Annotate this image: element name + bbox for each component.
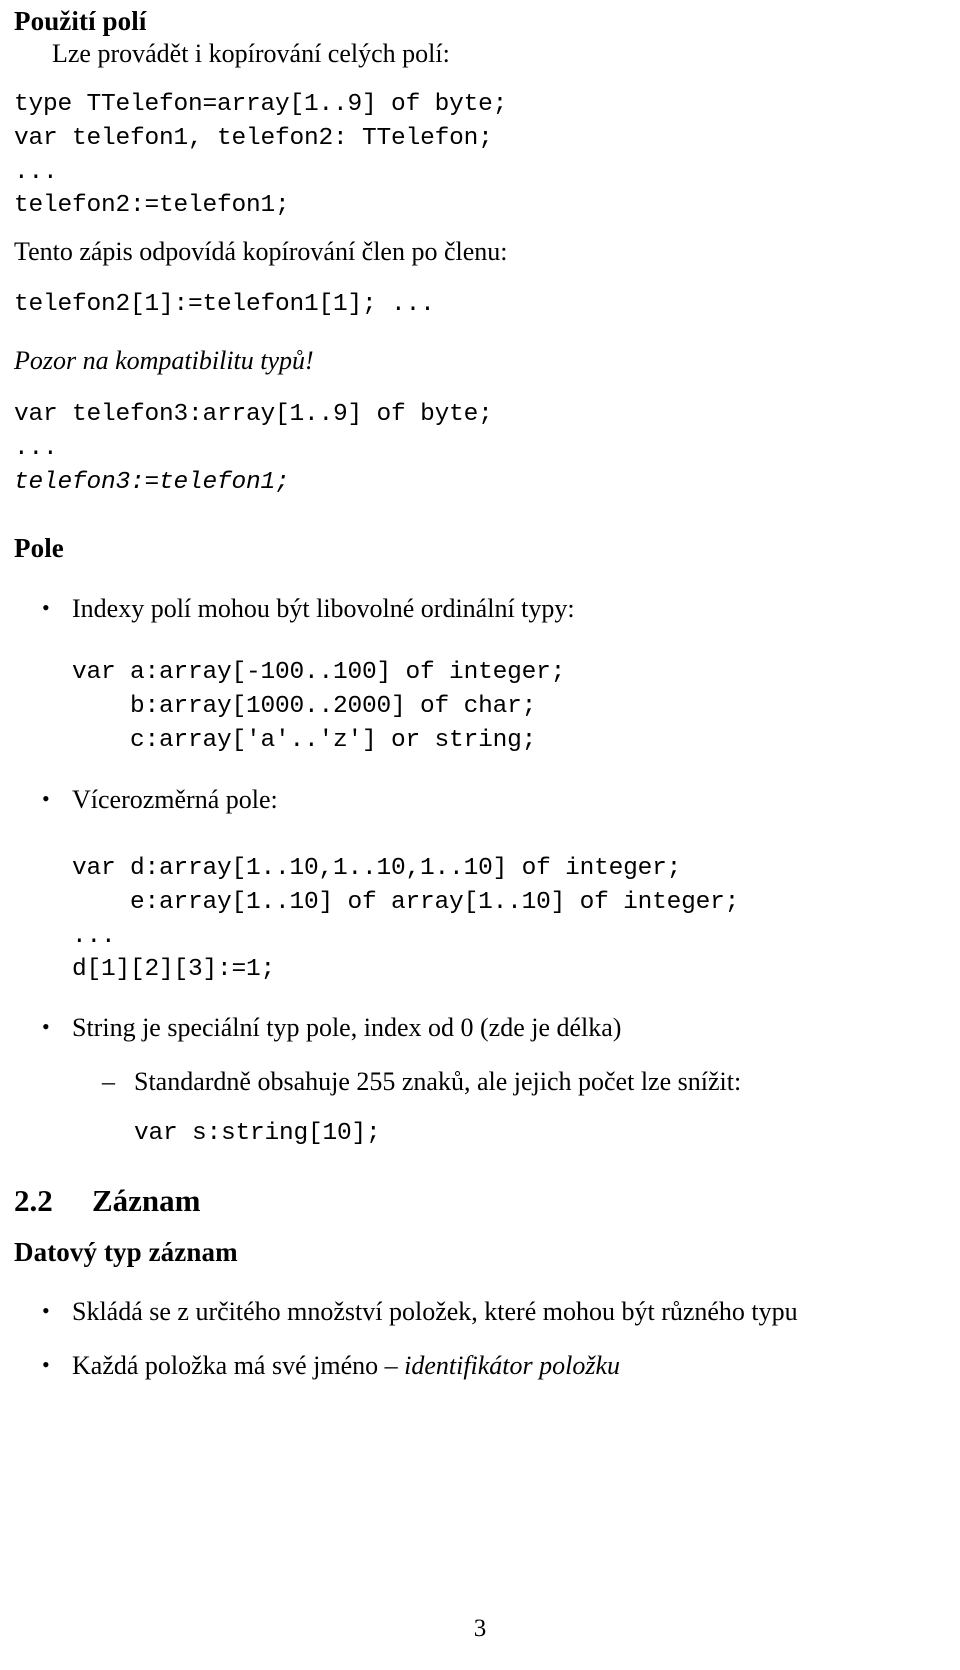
document-page: Použití polí Lze provádět i kopírování c… [0,0,960,1670]
code-block-multidim: var d:array[1..10,1..10,1..10] of intege… [72,852,952,987]
heading-text: Použití polí [14,6,147,36]
code-line: e:array[1..10] of array[1..10] of intege… [72,888,740,916]
section-heading-zaznam: 2.2 Záznam [14,1183,944,1219]
paragraph-member-copy: Tento zápis odpovídá kopírování člen po … [14,236,944,267]
heading-text: Datový typ záznam [14,1237,238,1267]
code-line: var telefon3:array[1..9] of byte; [14,401,493,428]
code-block-string-len: var s:string[10]; [134,1117,954,1151]
code-line: c:array['a'..'z'] or string; [72,726,537,754]
page-number: 3 [473,1615,487,1642]
list-item-emphasis: identifikátor položku [404,1351,621,1380]
paragraph-intro: Lze provádět i kopírování celých polí: [14,38,944,69]
list-item-vicerozmerna: • Vícerozměrná pole: [42,784,942,815]
list-item-label: Každá položka má své jméno – identifikát… [72,1350,952,1381]
heading-pole: Pole [14,533,944,565]
paragraph-text: Tento zápis odpovídá kopírování člen po … [14,237,508,266]
bullet-icon: • [42,786,50,811]
paragraph-text: Lze provádět i kopírování celých polí: [52,39,450,68]
code-line: telefon2:=telefon1; [14,192,290,220]
bullet-icon: • [42,1352,50,1377]
code-line: var s:string[10]; [134,1120,381,1147]
code-line: telefon2[1]:=telefon1[1]; ... [14,291,435,318]
list-item-label: Skládá se z určitého množství položek, k… [72,1296,952,1327]
heading-datovy-typ-zaznam: Datový typ záznam [14,1237,944,1269]
code-line: var a:array[-100..100] of integer; [72,659,566,686]
section-title: Záznam [92,1183,201,1218]
list-item-text: Každá položka má své jméno – [72,1351,405,1380]
code-line: ... [14,434,58,462]
code-line: b:array[1000..2000] of char; [72,692,537,720]
dash-icon: – [102,1067,115,1096]
list-item-kazda-polozka: • Každá položka má své jméno – identifik… [42,1350,952,1381]
list-item-sklada-se: • Skládá se z určitého množství položek,… [42,1296,952,1327]
code-block-telefon-copy: type TTelefon=array[1..9] of byte; var t… [14,88,944,223]
bullet-icon: • [42,1298,50,1323]
bullet-icon: • [42,1014,50,1039]
sublist-item-label: Standardně obsahuje 255 znaků, ale jejic… [134,1067,742,1096]
list-item-label: Indexy polí mohou být libovolné ordináln… [72,594,575,623]
code-line: ... [14,158,58,186]
list-item-text: Skládá se z určitého množství položek, k… [72,1297,798,1326]
sublist-item-standardne: – Standardně obsahuje 255 znaků, ale jej… [102,1066,952,1097]
code-line: var telefon1, telefon2: TTelefon; [14,124,493,152]
heading-text: Pole [14,533,64,563]
code-block-index-types: var a:array[-100..100] of integer; b:arr… [72,656,952,757]
code-line: ... [72,922,116,950]
list-item-label: Vícerozměrná pole: [72,785,278,814]
list-item-indexy: • Indexy polí mohou být libovolné ordiná… [42,593,942,624]
warning-text: Pozor na kompatibilitu typů! [14,346,314,375]
code-line: d[1][2][3]:=1; [72,956,276,984]
section-number: 2.2 [14,1183,53,1218]
code-line: var d:array[1..10,1..10,1..10] of intege… [72,855,682,882]
list-item-label: String je speciální typ pole, index od 0… [72,1013,622,1042]
list-item-string: • String je speciální typ pole, index od… [42,1012,942,1043]
code-block-telefon3: var telefon3:array[1..9] of byte; ... te… [14,398,944,499]
paragraph-type-compat-warning: Pozor na kompatibilitu typů! [14,345,944,376]
code-block-member-assign: telefon2[1]:=telefon1[1]; ... [14,288,944,322]
bullet-icon: • [42,595,50,620]
code-line: type TTelefon=array[1..9] of byte; [14,91,508,118]
heading-pouziti-poli: Použití polí [14,6,944,38]
code-line-slanted: telefon3:=telefon1; [14,468,290,496]
